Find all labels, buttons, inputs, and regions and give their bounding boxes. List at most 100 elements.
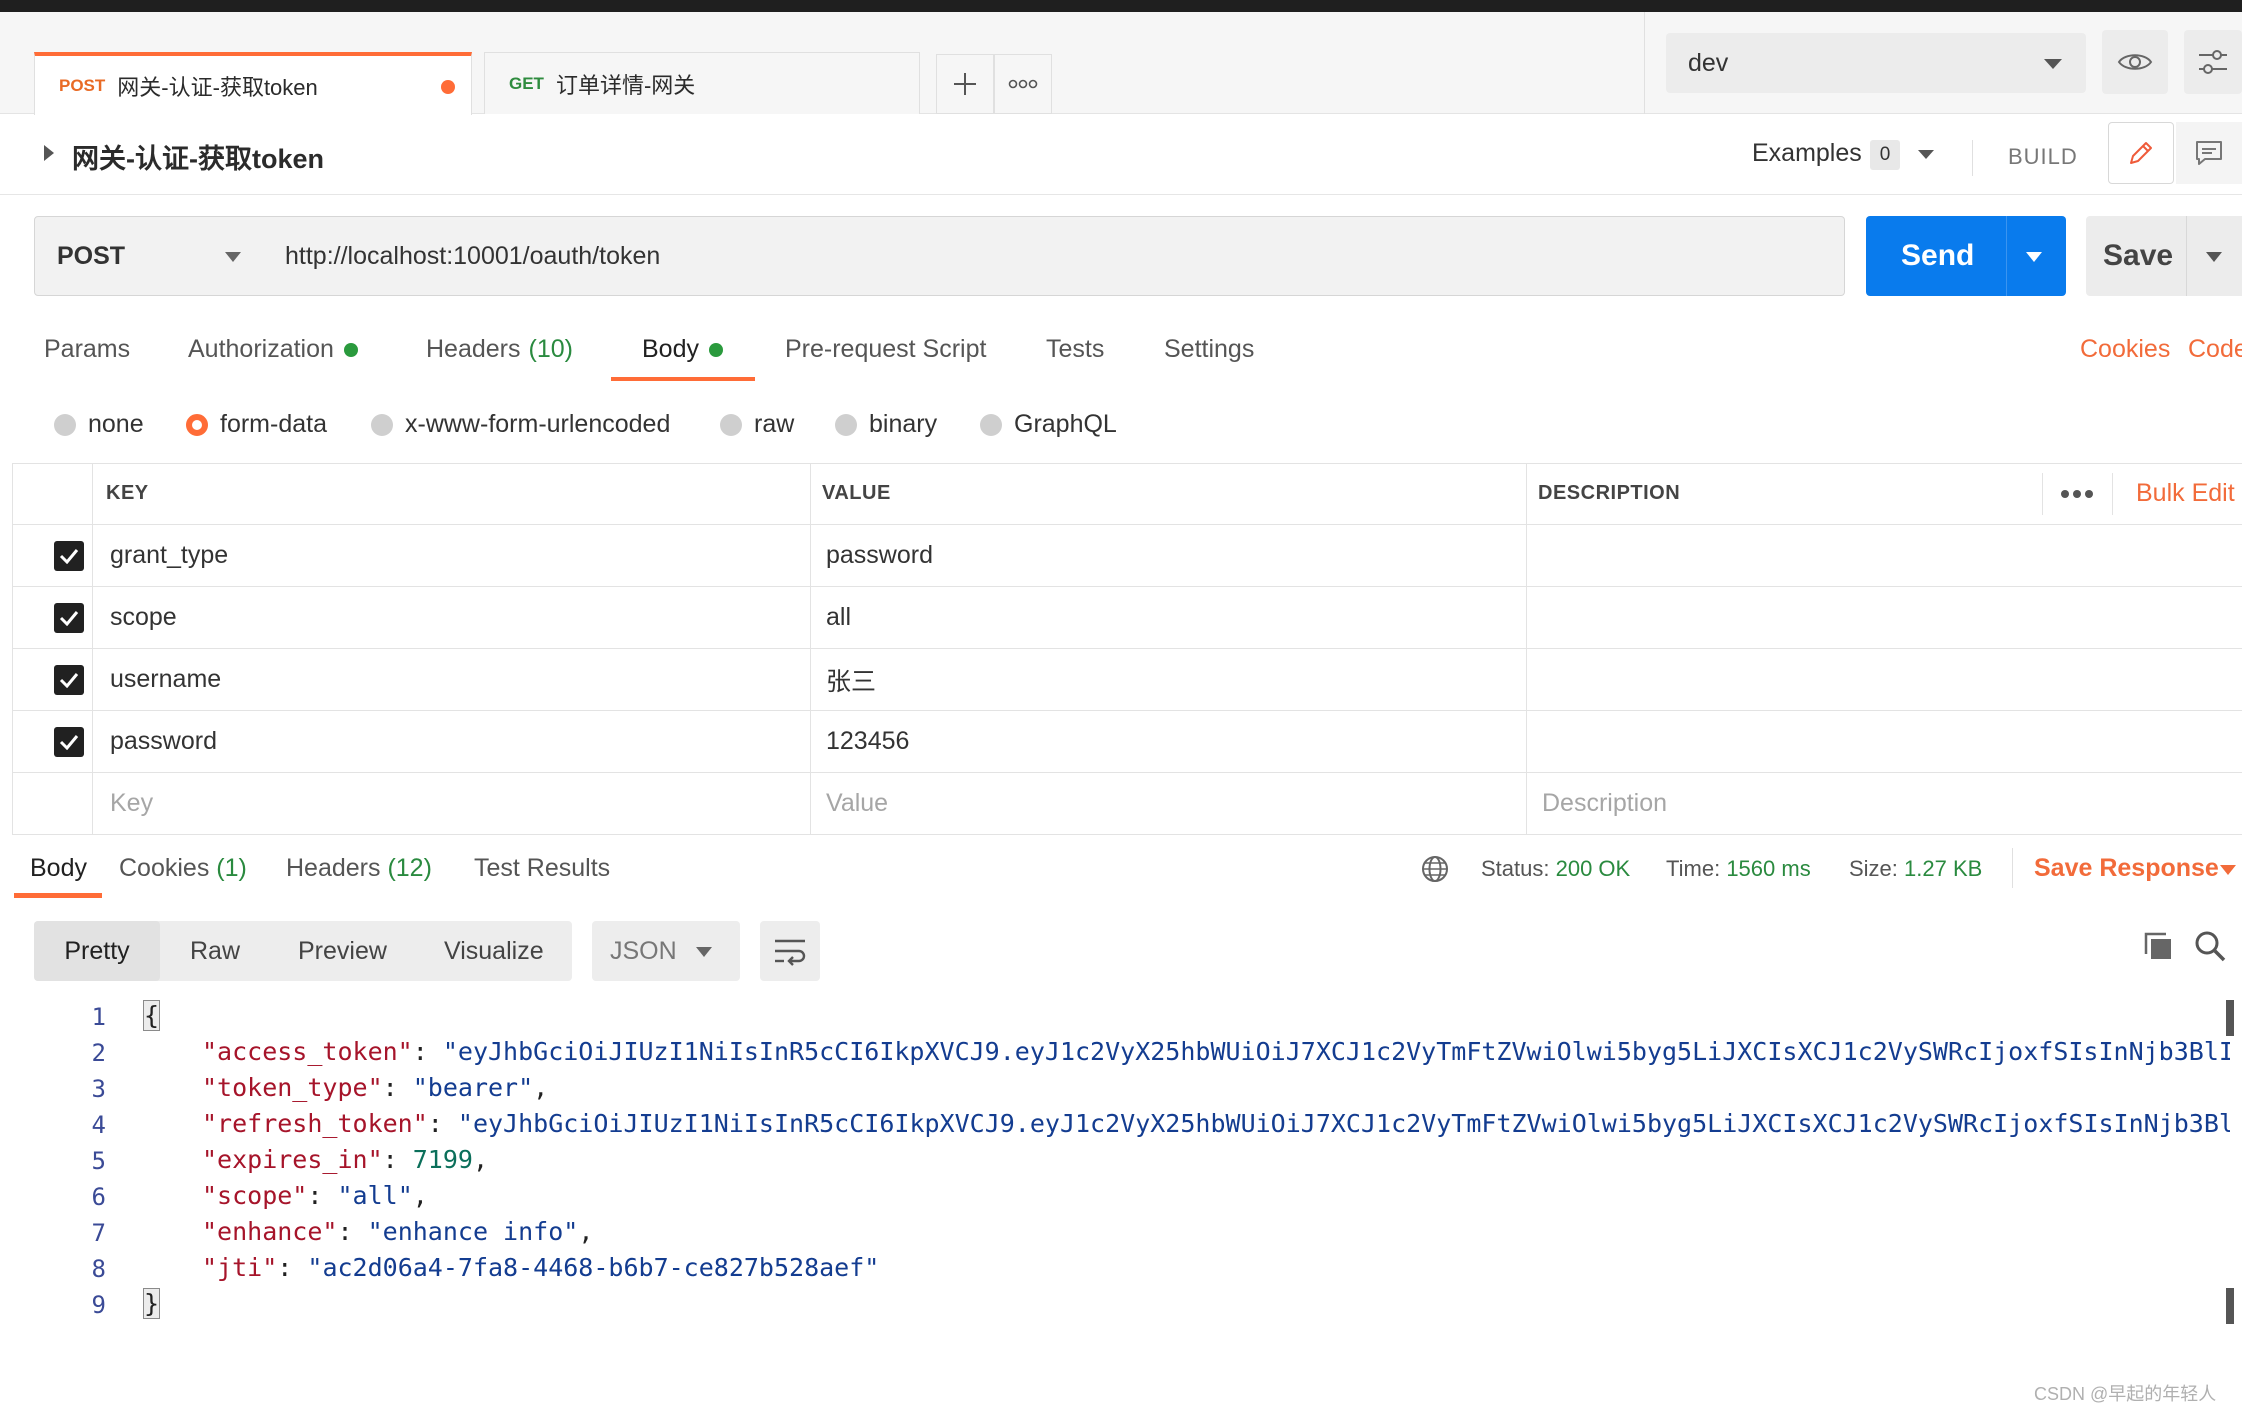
- tab-headers[interactable]: Headers (10): [426, 335, 573, 364]
- bulk-edit-link[interactable]: Bulk Edit: [2136, 463, 2235, 524]
- response-tab-test-results[interactable]: Test Results: [474, 854, 610, 883]
- response-tab-cookies[interactable]: Cookies (1): [119, 854, 247, 883]
- param-key[interactable]: grant_type: [110, 525, 228, 586]
- body-type-form-data[interactable]: form-data: [186, 410, 327, 439]
- environment-quick-look-button[interactable]: [2102, 30, 2168, 94]
- tab-options-button[interactable]: [994, 54, 1052, 114]
- param-value[interactable]: password: [826, 525, 933, 586]
- tab-body[interactable]: Body: [642, 335, 723, 364]
- request-tab-active[interactable]: POST 网关-认证-获取token: [34, 52, 472, 116]
- edit-button[interactable]: [2108, 122, 2174, 184]
- tab-count: (1): [216, 854, 247, 882]
- param-value[interactable]: 张三: [826, 649, 876, 710]
- response-view-group: Pretty Raw Preview Visualize: [34, 921, 572, 981]
- response-tab-body[interactable]: Body: [30, 854, 87, 883]
- code-line: "token_type": "bearer",: [202, 1073, 549, 1102]
- tab-settings[interactable]: Settings: [1164, 335, 1254, 364]
- tab-label: Params: [44, 335, 131, 363]
- cookies-link[interactable]: Cookies: [2080, 335, 2170, 364]
- row-checkbox[interactable]: [54, 649, 84, 710]
- tab-prerequest-script[interactable]: Pre-request Script: [785, 335, 986, 364]
- column-header-description: DESCRIPTION: [1538, 482, 1681, 504]
- send-button[interactable]: Send: [1866, 216, 2066, 296]
- chevron-down-icon[interactable]: [1918, 150, 1934, 159]
- param-value[interactable]: 123456: [826, 711, 909, 772]
- new-description-input[interactable]: Description: [1542, 773, 1667, 834]
- comments-button[interactable]: [2176, 122, 2242, 184]
- chevron-down-icon[interactable]: [2220, 865, 2236, 875]
- response-body-code[interactable]: { "access_token": "eyJhbGciOiJIUzI1NiIsI…: [140, 985, 2230, 1325]
- json-value: eyJhbGciOiJIUzI1NiIsInR5cCI6IkpXVCJ9.eyJ…: [472, 1109, 2230, 1138]
- body-type-urlencoded[interactable]: x-www-form-urlencoded: [371, 410, 670, 439]
- tab-label: Body: [642, 335, 699, 363]
- view-raw-button[interactable]: Raw: [190, 921, 240, 981]
- radio-icon: [720, 413, 742, 436]
- line-number: 1: [91, 1003, 106, 1031]
- param-value[interactable]: all: [826, 587, 851, 648]
- view-visualize-button[interactable]: Visualize: [444, 921, 544, 981]
- checkbox-checked-icon: [54, 664, 84, 695]
- search-icon[interactable]: [2194, 930, 2226, 962]
- environment-select[interactable]: dev: [1666, 33, 2086, 93]
- table-options-button[interactable]: [2060, 463, 2094, 524]
- expand-caret-icon[interactable]: [44, 145, 54, 161]
- plus-icon: [954, 73, 976, 95]
- view-preview-button[interactable]: Preview: [298, 921, 387, 981]
- divider: [1526, 463, 1527, 835]
- body-type-graphql[interactable]: GraphQL: [980, 410, 1117, 439]
- save-button[interactable]: Save: [2086, 216, 2242, 296]
- row-checkbox[interactable]: [54, 711, 84, 772]
- code-line: "jti": "ac2d06a4-7fa8-4468-b6b7-ce827b52…: [202, 1253, 880, 1282]
- body-type-none[interactable]: none: [54, 410, 144, 439]
- active-tab-indicator: [14, 893, 102, 898]
- checkbox-checked-icon: [54, 602, 84, 633]
- tab-params[interactable]: Params: [44, 335, 130, 364]
- new-tab-button[interactable]: [936, 54, 994, 114]
- new-value-input[interactable]: Value: [826, 773, 888, 834]
- network-globe-icon[interactable]: [1420, 854, 1450, 884]
- build-mode-label[interactable]: BUILD: [2008, 144, 2078, 170]
- table-row: scope all: [12, 587, 2242, 649]
- row-checkbox[interactable]: [54, 587, 84, 648]
- scrollbar-thumb[interactable]: [2226, 1000, 2234, 1036]
- url-input[interactable]: http://localhost:10001/oauth/token: [265, 216, 1845, 296]
- param-key[interactable]: username: [110, 649, 221, 710]
- tab-tests[interactable]: Tests: [1046, 335, 1104, 364]
- save-options-caret-icon[interactable]: [2206, 252, 2222, 262]
- save-response-button[interactable]: Save Response: [2034, 854, 2219, 883]
- status-dot: [708, 342, 723, 357]
- table-row: password 123456: [12, 711, 2242, 773]
- param-key[interactable]: scope: [110, 587, 177, 648]
- new-key-input[interactable]: Key: [110, 773, 153, 834]
- response-format-select[interactable]: JSON: [592, 921, 740, 981]
- watermark: CSDN @早起的年轻人: [2034, 1384, 2217, 1404]
- line-number: 6: [91, 1183, 106, 1211]
- row-checkbox[interactable]: [54, 525, 84, 586]
- wrap-lines-button[interactable]: [760, 921, 820, 981]
- request-title[interactable]: 网关-认证-获取token: [72, 137, 324, 176]
- sliders-icon: [2199, 50, 2227, 74]
- body-type-raw[interactable]: raw: [720, 410, 794, 439]
- divider: [12, 463, 13, 835]
- scrollbar-thumb[interactable]: [2226, 1288, 2234, 1324]
- tab-label: Cookies: [119, 854, 210, 882]
- param-key[interactable]: password: [110, 711, 217, 772]
- code-brace: }: [142, 1288, 161, 1319]
- send-options-caret-icon[interactable]: [2026, 252, 2042, 262]
- manage-environments-button[interactable]: [2184, 30, 2242, 94]
- request-tab[interactable]: GET 订单详情-网关: [484, 52, 920, 114]
- chevron-down-icon: [225, 252, 241, 262]
- line-number: 7: [91, 1219, 106, 1247]
- view-pretty-button[interactable]: Pretty: [34, 921, 160, 981]
- code-link[interactable]: Code: [2188, 335, 2242, 364]
- code-line: "expires_in": 7199,: [202, 1145, 489, 1174]
- copy-icon[interactable]: [2142, 930, 2174, 962]
- http-method-select[interactable]: POST: [34, 216, 266, 296]
- tab-authorization[interactable]: Authorization: [188, 335, 358, 364]
- status-value: 200 OK: [1555, 856, 1631, 881]
- more-horizontal-icon: [1008, 79, 1038, 89]
- examples-dropdown[interactable]: Examples: [1752, 139, 1862, 168]
- checkbox-checked-icon: [54, 726, 84, 757]
- body-type-binary[interactable]: binary: [835, 410, 937, 439]
- response-tab-headers[interactable]: Headers (12): [286, 854, 432, 883]
